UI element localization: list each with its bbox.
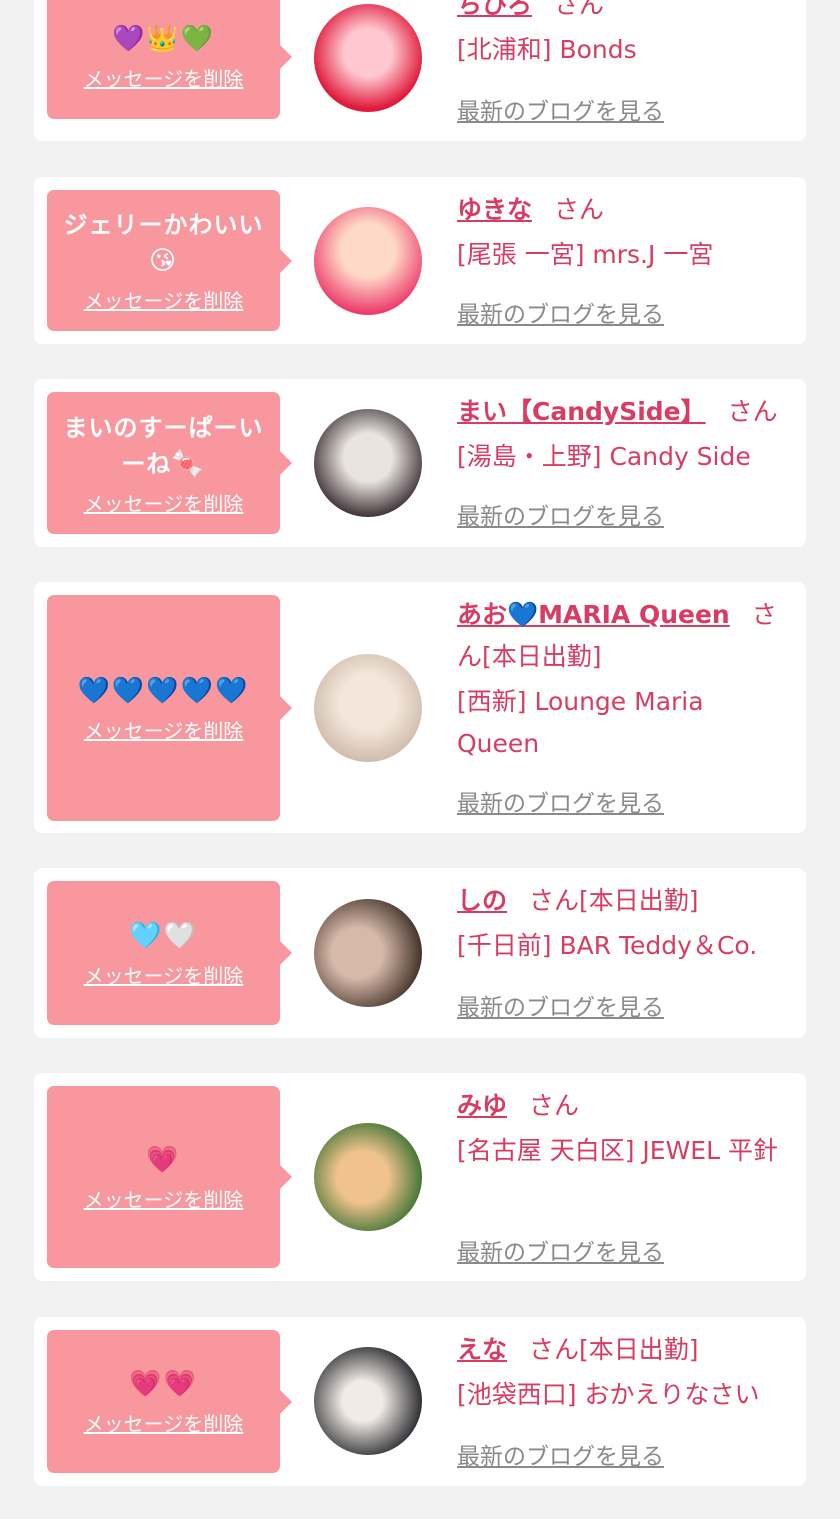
member-name-link[interactable]: まい【CandySide】 [457,397,706,426]
latest-blog-link[interactable]: 最新のブログを見る [457,784,664,818]
message-emoji: 💜👑💚 [111,24,216,54]
honorific: さん [529,1091,580,1120]
member-name-link[interactable]: あお💙MARIA Queen [457,600,730,629]
message-bubble: 💙💙💙💙💙 メッセージを削除 [47,595,292,821]
honorific: さん [554,0,605,19]
member-name-link[interactable]: ちひろ [457,0,532,19]
attendance-badge: [本日出勤] [579,1335,699,1364]
member-card: 💗 メッセージを削除 みゆ さん [名古屋 天白区] JEWEL 平針 最新のブロ… [34,1073,806,1281]
attendance-badge: [本日出勤] [482,642,602,671]
message-text: 🩵🤍 [129,918,198,954]
shop-label: [北浦和] Bonds [457,35,637,64]
member-name-link[interactable]: みゆ [457,1091,507,1120]
shop-label: [湯島・上野] Candy Side [457,442,751,471]
member-info: ゆきな さん [尾張 一宮] mrs.J 一宮 [457,189,793,276]
avatar[interactable] [314,1347,422,1455]
avatar[interactable] [314,4,422,112]
honorific: さん [529,886,580,915]
message-bubble: ジェリーかわいい 😘 メッセージを削除 [47,190,292,331]
delete-message-link[interactable]: メッセージを削除 [84,960,244,989]
shop-label: [名古屋 天白区] JEWEL 平針 [457,1136,778,1165]
delete-message-link[interactable]: メッセージを削除 [84,285,244,314]
member-name-link[interactable]: ゆきな [457,195,532,224]
delete-message-link[interactable]: メッセージを削除 [84,1184,244,1213]
member-name-link[interactable]: しの [457,886,507,915]
message-emoji: 💙💙💙💙💙 [77,675,250,706]
honorific: さん [727,397,778,426]
message-bubble: 💜👑💚 メッセージを削除 [47,0,292,119]
avatar[interactable] [314,409,422,517]
member-card: まいのすーぱーいーね🍬 メッセージを削除 まい【CandySide】 さん [湯島… [34,379,806,547]
member-info: ちひろ さん [北浦和] Bonds [457,0,793,71]
member-info: しの さん[本日出勤] [千日前] BAR Teddy＆Co. [457,880,797,967]
member-name-link[interactable]: えな [457,1335,507,1364]
member-card: 💜👑💚 メッセージを削除 ちひろ さん [北浦和] Bonds 最新のブログを見る [34,0,806,141]
member-info: あお💙MARIA Queen さん[本日出勤] [西新] Lounge Maria… [457,594,797,765]
shop-label: [池袋西口] おかえりなさい [457,1380,760,1409]
latest-blog-link[interactable]: 最新のブログを見る [457,1437,664,1471]
member-info: えな さん[本日出勤] [池袋西口] おかえりなさい [457,1329,802,1416]
message-text: 💗💗 [129,1366,198,1402]
message-emoji: 💗💗 [129,1369,198,1399]
latest-blog-link[interactable]: 最新のブログを見る [457,497,664,531]
member-card: 💙💙💙💙💙 メッセージを削除 あお💙MARIA Queen さん[本日出勤] [西… [34,582,806,833]
delete-message-link[interactable]: メッセージを削除 [84,715,244,744]
message-emoji: 🍬 [171,448,206,479]
honorific: さん [554,195,605,224]
member-info: みゆ さん [名古屋 天白区] JEWEL 平針 [457,1085,797,1172]
message-text: まいのすーぱーいーね🍬 [63,413,264,479]
message-bubble: まいのすーぱーいーね🍬 メッセージを削除 [47,392,292,534]
member-card: 🩵🤍 メッセージを削除 しの さん[本日出勤] [千日前] BAR Teddy＆C… [34,868,806,1038]
message-bubble: 💗💗 メッセージを削除 [47,1330,292,1473]
latest-blog-link[interactable]: 最新のブログを見る [457,92,664,126]
message-emoji: 😘 [148,246,179,276]
shop-label: [尾張 一宮] mrs.J 一宮 [457,240,714,269]
message-text: 💗 [146,1142,180,1178]
member-info: まい【CandySide】 さん [湯島・上野] Candy Side [457,391,802,478]
avatar[interactable] [314,1123,422,1231]
avatar[interactable] [314,899,422,1007]
latest-blog-link[interactable]: 最新のブログを見る [457,295,664,329]
attendance-badge: [本日出勤] [579,886,699,915]
honorific: さん [529,1335,580,1364]
delete-message-link[interactable]: メッセージを削除 [84,488,244,517]
message-emoji: 🩵🤍 [129,920,198,951]
shop-label: [千日前] BAR Teddy＆Co. [457,931,758,960]
message-emoji: 💗 [146,1144,181,1175]
member-card: ジェリーかわいい 😘 メッセージを削除 ゆきな さん [尾張 一宮] mrs.J 一… [34,177,806,344]
message-text: ジェリーかわいい 😘 [63,211,264,276]
message-bubble: 💗 メッセージを削除 [47,1086,292,1268]
shop-label: [西新] Lounge Maria Queen [457,687,704,758]
delete-message-link[interactable]: メッセージを削除 [84,1408,244,1437]
delete-message-link[interactable]: メッセージを削除 [84,63,244,92]
message-text: 💙💙💙💙💙 [78,673,250,709]
latest-blog-link[interactable]: 最新のブログを見る [457,988,664,1022]
message-bubble: 🩵🤍 メッセージを削除 [47,881,292,1025]
message-text: 💜👑💚 [112,21,215,57]
latest-blog-link[interactable]: 最新のブログを見る [457,1233,664,1267]
avatar[interactable] [314,654,422,762]
avatar[interactable] [314,207,422,315]
member-card: 💗💗 メッセージを削除 えな さん[本日出勤] [池袋西口] おかえりなさい 最新… [34,1317,806,1486]
